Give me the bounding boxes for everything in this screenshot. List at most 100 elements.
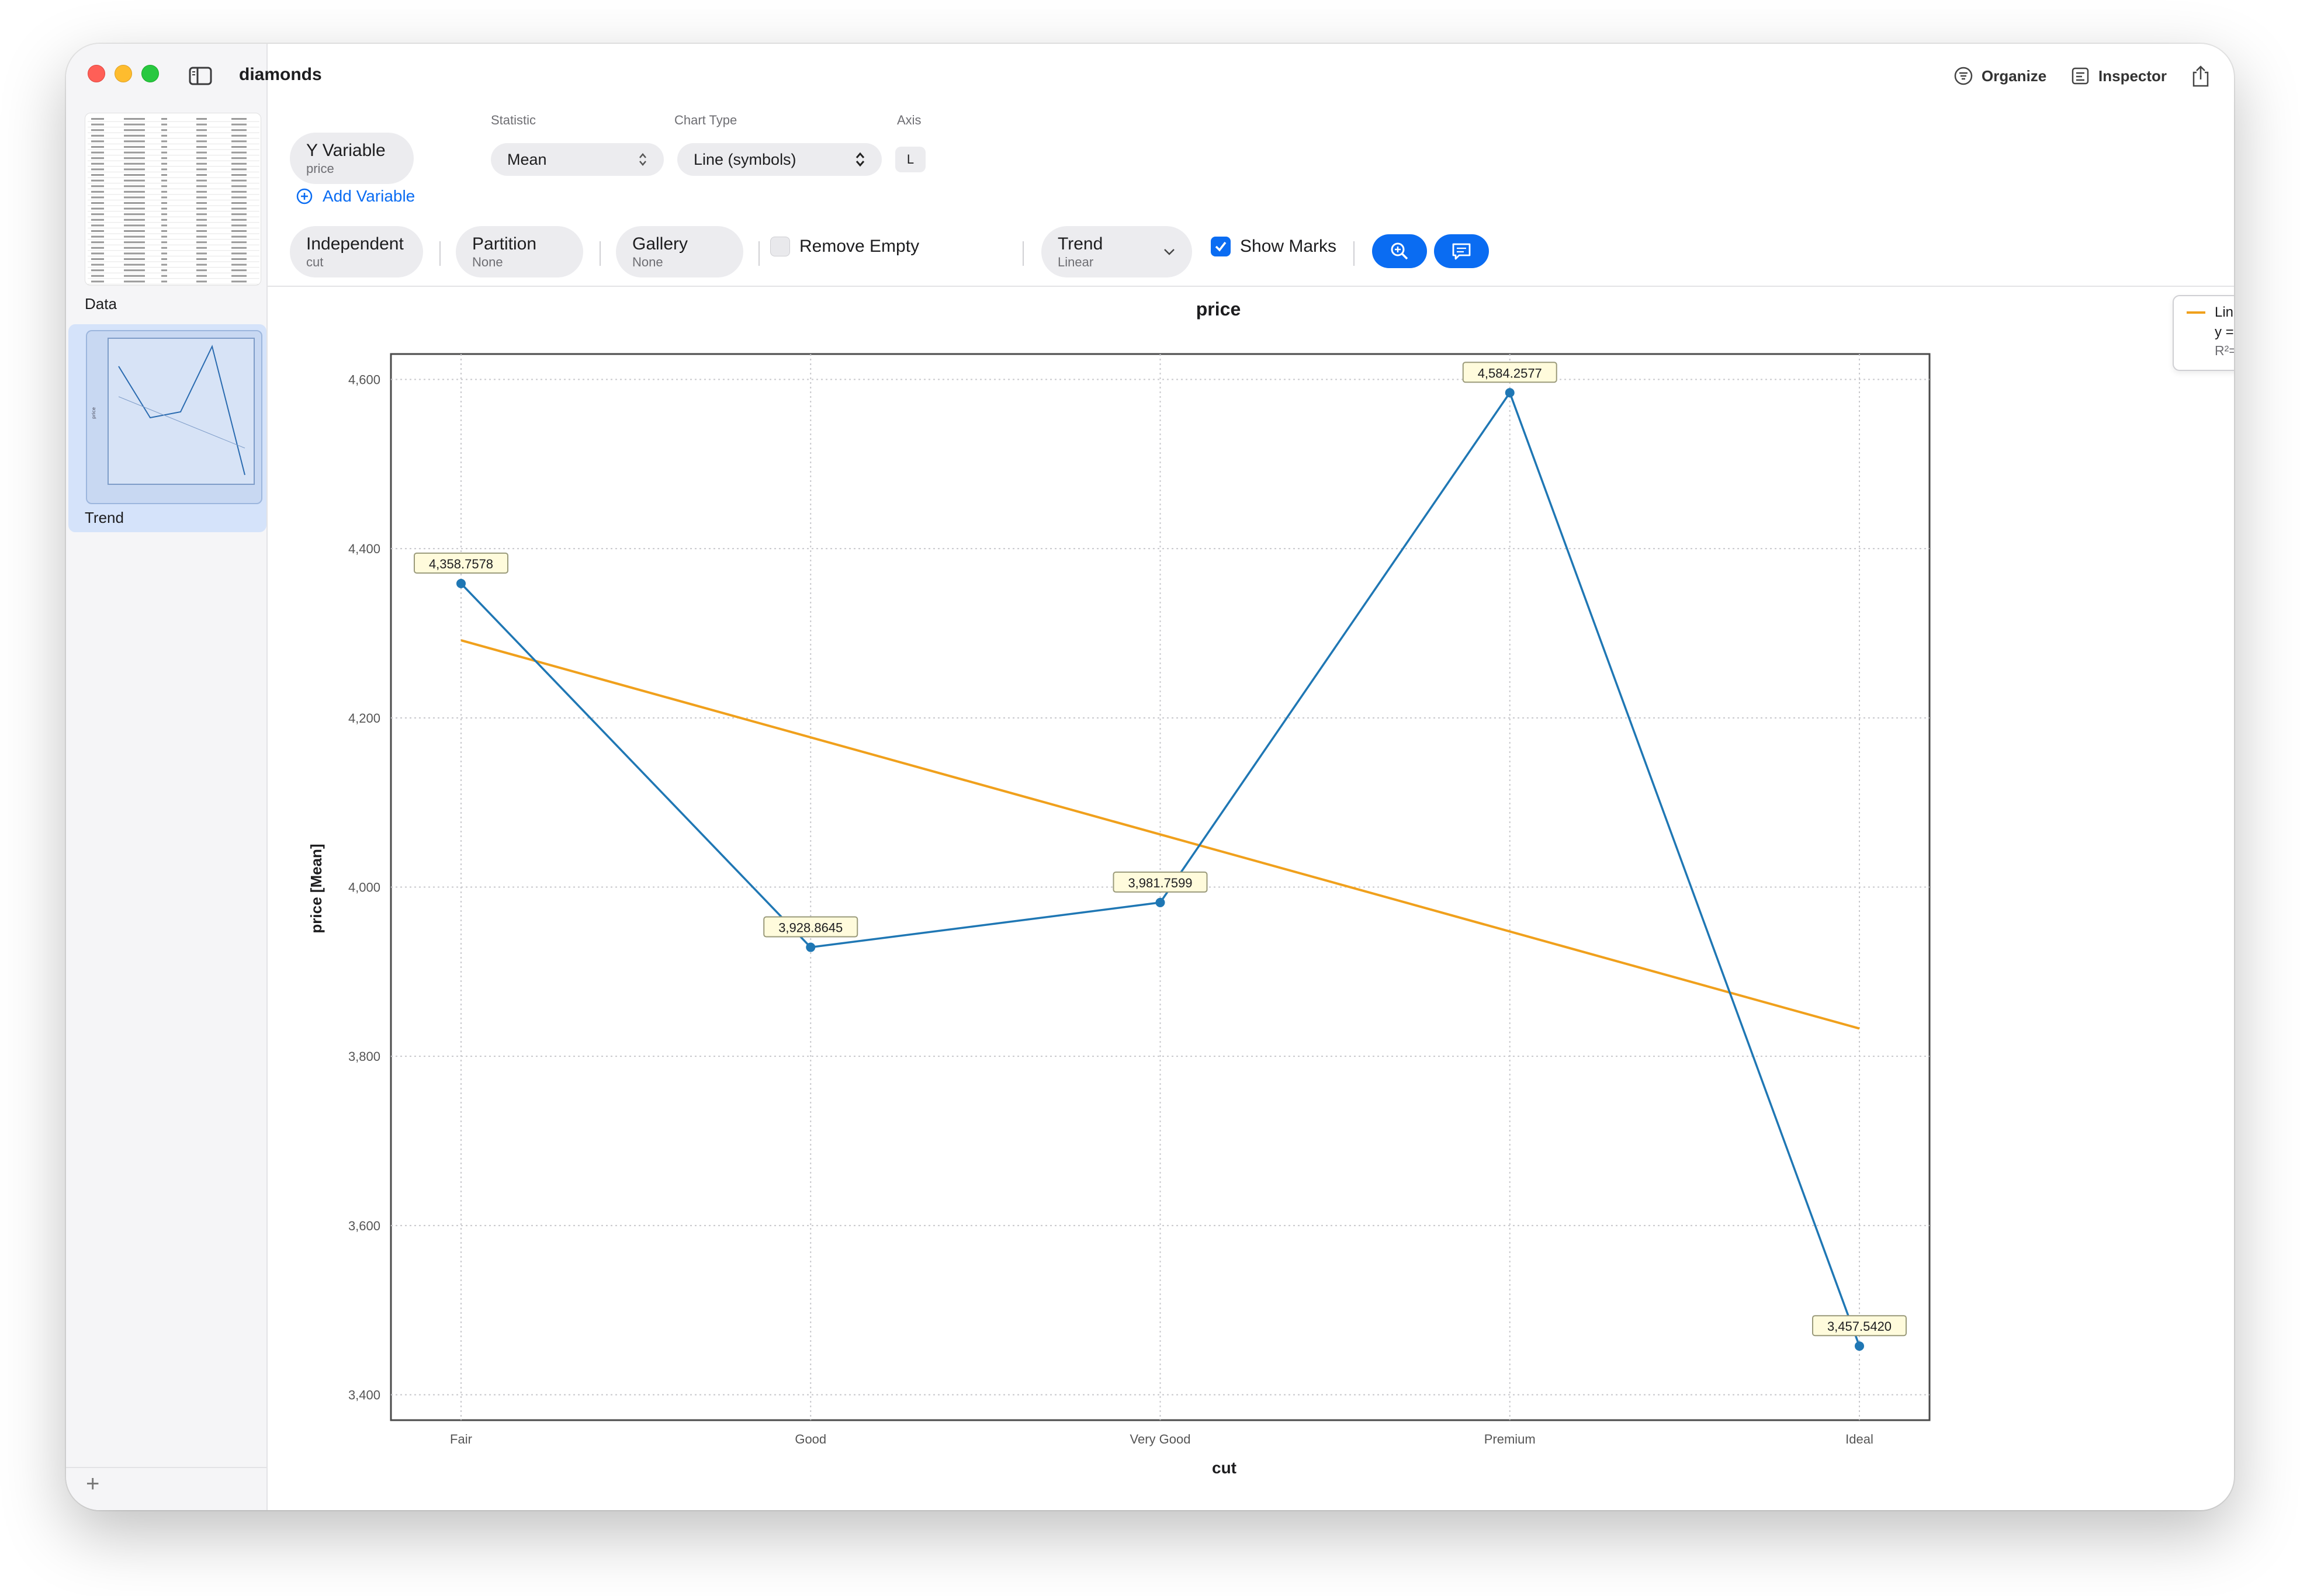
table-thumb-cell bbox=[231, 280, 247, 283]
table-thumb-cell bbox=[161, 168, 167, 171]
table-thumb-cell bbox=[124, 224, 145, 227]
table-thumb-cell bbox=[91, 185, 104, 188]
table-thumb-cell bbox=[196, 230, 207, 232]
y-tick-label: 3,400 bbox=[348, 1388, 380, 1403]
table-thumb-cell bbox=[91, 157, 104, 159]
table-thumb-cell bbox=[161, 275, 167, 277]
table-thumb-cell bbox=[231, 247, 247, 249]
table-thumb-cell bbox=[161, 280, 167, 283]
table-thumb-cell bbox=[161, 235, 167, 238]
table-thumb-cell bbox=[91, 129, 104, 131]
minimize-window-button[interactable] bbox=[115, 65, 132, 82]
table-thumb-cell bbox=[124, 196, 145, 199]
table-thumb-cell bbox=[196, 118, 207, 120]
table-thumb-cell bbox=[196, 218, 207, 221]
y-tick-label: 3,600 bbox=[348, 1219, 380, 1233]
data-label: 3,457.5420 bbox=[1827, 1319, 1892, 1334]
x-tick-label: Ideal bbox=[1845, 1432, 1873, 1446]
table-thumb-cell bbox=[196, 146, 207, 148]
table-thumb-cell bbox=[161, 230, 167, 232]
table-thumb-cell bbox=[91, 118, 104, 120]
table-thumb-cell bbox=[161, 179, 167, 182]
app-window: Data price Trend + diamonds Organize Ins… bbox=[66, 44, 2234, 1510]
table-thumb-cell bbox=[91, 162, 104, 165]
table-thumb-cell bbox=[231, 123, 247, 126]
table-thumb-cell bbox=[124, 151, 145, 154]
table-thumb-cell bbox=[91, 179, 104, 182]
table-thumb-cell bbox=[91, 168, 104, 171]
line-chart: price 3,400 3,600 3,800 4,000 4,200 4,400 4,60… bbox=[307, 299, 1931, 1477]
x-axis-label: cut bbox=[1212, 1459, 1236, 1477]
y-tick-label: 4,400 bbox=[348, 542, 380, 556]
table-thumb-cell bbox=[91, 123, 104, 126]
y-tick-label: 4,200 bbox=[348, 711, 380, 726]
table-thumb-cell bbox=[161, 224, 167, 227]
table-thumb-cell bbox=[91, 263, 104, 266]
table-thumb-cell bbox=[231, 118, 247, 120]
table-thumb-cell bbox=[124, 275, 145, 277]
table-thumb-cell bbox=[196, 280, 207, 283]
table-thumb-cell bbox=[161, 134, 167, 137]
table-thumb-cell bbox=[196, 275, 207, 277]
chart-title: price bbox=[1196, 299, 1241, 320]
table-thumb-cell bbox=[231, 213, 247, 216]
table-thumb-cell bbox=[161, 123, 167, 126]
table-thumb-cell bbox=[161, 202, 167, 204]
y-tick-label: 4,600 bbox=[348, 372, 380, 387]
data-label: 3,928.8645 bbox=[778, 921, 843, 935]
main-content: Statistic Chart Type Axis Y Variable pri… bbox=[268, 44, 2234, 1510]
table-thumb-cell bbox=[231, 196, 247, 199]
table-thumb-cell bbox=[231, 140, 247, 143]
table-thumb-cell bbox=[231, 252, 247, 255]
table-thumb-cell bbox=[231, 218, 247, 221]
table-thumb-cell bbox=[161, 190, 167, 193]
sidebar-item-data-label[interactable]: Data bbox=[85, 295, 117, 313]
sidebar-item-data-thumbnail[interactable] bbox=[85, 113, 261, 286]
table-thumb-cell bbox=[231, 134, 247, 137]
add-sheet-button[interactable]: + bbox=[86, 1471, 99, 1497]
table-thumb-cell bbox=[91, 202, 104, 204]
table-thumb-cell bbox=[231, 151, 247, 154]
table-thumb-cell bbox=[161, 162, 167, 165]
table-thumb-cell bbox=[196, 157, 207, 159]
sidebar-item-trend-thumbnail[interactable]: price bbox=[86, 330, 262, 504]
sidebar-toggle-button[interactable] bbox=[178, 60, 223, 92]
table-thumb-cell bbox=[91, 258, 104, 260]
zoom-window-button[interactable] bbox=[141, 65, 159, 82]
table-thumb-cell bbox=[161, 263, 167, 266]
table-thumb-cell bbox=[124, 218, 145, 221]
table-thumb-cell bbox=[196, 224, 207, 227]
table-thumb-cell bbox=[196, 162, 207, 165]
table-thumb-cell bbox=[161, 207, 167, 210]
table-thumb-cell bbox=[231, 129, 247, 131]
table-thumb-cell bbox=[91, 218, 104, 221]
table-thumb-cell bbox=[196, 151, 207, 154]
svg-text:price: price bbox=[91, 407, 96, 419]
table-thumb-cell bbox=[196, 258, 207, 260]
sidebar-divider bbox=[66, 1467, 266, 1468]
table-thumb-cell bbox=[161, 213, 167, 216]
table-thumb-cell bbox=[231, 190, 247, 193]
table-thumb-cell bbox=[196, 202, 207, 204]
table-thumb-cell bbox=[231, 269, 247, 272]
table-thumb-cell bbox=[124, 146, 145, 148]
sidebar-item-trend-label[interactable]: Trend bbox=[85, 509, 124, 527]
table-thumb-cell bbox=[231, 162, 247, 165]
table-thumb-cell bbox=[161, 252, 167, 255]
table-thumb-cell bbox=[196, 269, 207, 272]
y-tick-label: 3,800 bbox=[348, 1049, 380, 1064]
table-thumbnail-icon bbox=[88, 118, 259, 284]
table-thumb-cell bbox=[161, 241, 167, 244]
table-thumb-cell bbox=[196, 179, 207, 182]
table-thumb-cell bbox=[124, 168, 145, 171]
data-point bbox=[456, 578, 466, 588]
table-thumb-cell bbox=[91, 275, 104, 277]
table-thumb-cell bbox=[161, 140, 167, 143]
table-thumb-cell bbox=[231, 241, 247, 244]
table-thumb-cell bbox=[91, 190, 104, 193]
table-thumb-cell bbox=[124, 174, 145, 176]
close-window-button[interactable] bbox=[88, 65, 105, 82]
data-label: 4,584.2577 bbox=[1478, 366, 1542, 380]
table-thumb-cell bbox=[124, 269, 145, 272]
table-thumb-cell bbox=[231, 174, 247, 176]
